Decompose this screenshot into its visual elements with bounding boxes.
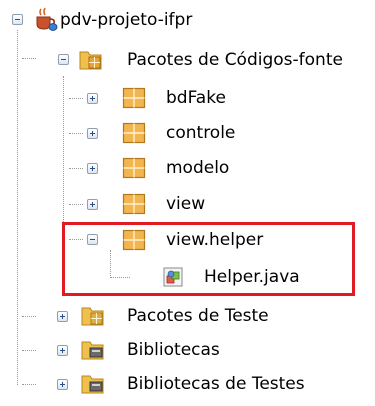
expand-toggle[interactable] — [57, 311, 68, 322]
tree-node-source-packages[interactable]: Pacotes de Códigos-fonte — [0, 46, 375, 74]
library-folder-icon — [81, 341, 104, 360]
expand-toggle[interactable] — [57, 345, 68, 356]
package-label: bdFake — [166, 88, 226, 108]
source-packages-label: Pacotes de Códigos-fonte — [127, 50, 343, 70]
tree-node-package-controle[interactable]: controle — [0, 119, 300, 147]
expand-toggle[interactable] — [87, 93, 98, 104]
test-packages-label: Pacotes de Teste — [127, 306, 269, 326]
package-label: modelo — [166, 158, 230, 178]
tree-node-libraries[interactable]: Bibliotecas — [0, 336, 300, 364]
package-icon — [122, 157, 146, 179]
project-tree: pdv-projeto-ifpr Pacotes de Códigos-font… — [0, 0, 375, 406]
tree-node-package-view[interactable]: view — [0, 190, 300, 218]
libraries-label: Bibliotecas — [127, 340, 220, 360]
tree-node-test-packages[interactable]: Pacotes de Teste — [0, 302, 360, 330]
package-label: controle — [166, 123, 236, 143]
highlight-box — [62, 222, 355, 296]
package-label: view — [166, 194, 206, 214]
package-icon — [122, 87, 146, 109]
source-packages-folder-icon — [79, 51, 102, 70]
tree-node-project[interactable]: pdv-projeto-ifpr — [0, 6, 300, 34]
expand-toggle[interactable] — [87, 128, 98, 139]
tree-node-test-libraries[interactable]: Bibliotecas de Testes — [0, 370, 370, 398]
expand-toggle[interactable] — [87, 163, 98, 174]
expand-toggle[interactable] — [57, 379, 68, 390]
test-libraries-label: Bibliotecas de Testes — [127, 374, 305, 394]
test-packages-folder-icon — [81, 307, 104, 326]
java-coffee-cup-icon — [36, 7, 58, 31]
expand-toggle[interactable] — [87, 199, 98, 210]
collapse-toggle[interactable] — [58, 54, 69, 65]
tree-node-package-modelo[interactable]: modelo — [0, 154, 300, 182]
library-folder-icon — [81, 375, 104, 394]
tree-node-package-bdfake[interactable]: bdFake — [0, 84, 300, 112]
package-icon — [122, 193, 146, 215]
package-icon — [122, 122, 146, 144]
project-label: pdv-projeto-ifpr — [60, 10, 193, 30]
collapse-toggle[interactable] — [12, 14, 23, 25]
